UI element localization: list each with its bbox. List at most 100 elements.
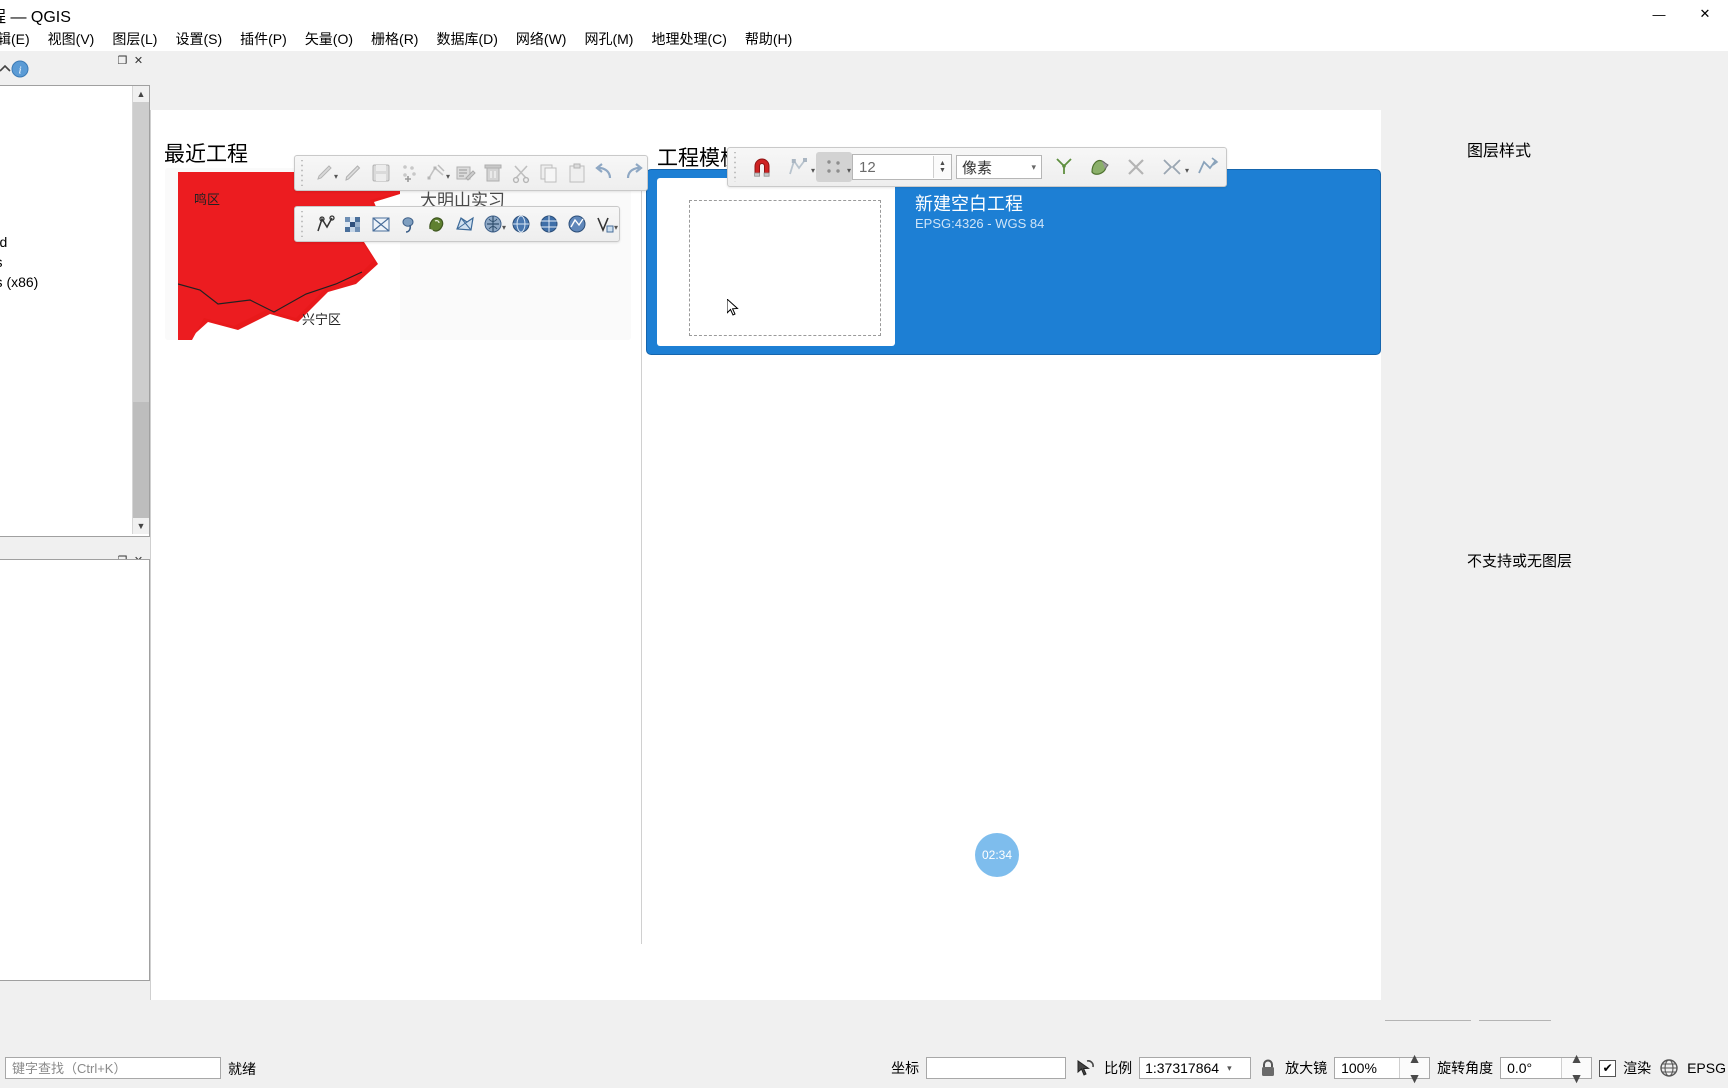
copy-features-button[interactable] <box>535 158 563 188</box>
toolbar-grip[interactable] <box>732 152 741 182</box>
menu-vector[interactable]: 矢量(O) <box>296 28 362 51</box>
add-wfs-layer-button[interactable] <box>563 209 591 239</box>
coordinate-input[interactable] <box>926 1057 1067 1079</box>
chevron-down-icon[interactable]: ▾ <box>811 167 815 175</box>
browser-tree-panel[interactable]: 签 Datantemp Love3softDownloadram Filesram … <box>0 85 150 537</box>
snap-on-intersection-button[interactable] <box>1118 152 1154 182</box>
snap-tolerance-input[interactable] <box>853 155 933 179</box>
close-button[interactable]: ✕ <box>1682 0 1728 28</box>
browser-tree-item[interactable]: ram Files (x86) <box>0 272 117 292</box>
browser-scroll-thumb-lower[interactable] <box>133 402 149 518</box>
menu-raster[interactable]: 栅格(R) <box>362 28 427 51</box>
snapping-toolbar[interactable]: ▾ ▾ ▲▼ 像素 ▾ ▾ <box>727 147 1227 187</box>
crs-label[interactable]: EPSG <box>1687 1060 1726 1076</box>
vertex-tool-button[interactable]: ▾ <box>423 158 451 188</box>
browser-tree-item[interactable]: soft <box>0 212 117 232</box>
browser-tree-item[interactable]: ntemp <box>0 152 117 172</box>
rotation-stepper[interactable]: ▲ ▼ <box>1561 1050 1592 1086</box>
topological-editing-button[interactable] <box>1046 152 1082 182</box>
self-snapping-button[interactable]: ▾ <box>1154 152 1190 182</box>
menu-database[interactable]: 数据库(D) <box>427 28 506 51</box>
add-mesh-layer-button[interactable] <box>451 209 479 239</box>
new-shapefile-layer-button[interactable] <box>311 209 339 239</box>
browser-tree-item[interactable]: on27 <box>0 312 117 332</box>
chevron-down-icon[interactable]: ▾ <box>847 167 851 175</box>
recent-project-card[interactable]: 鸣区 兴宁区 大明山实习 D:/大学/2021/大明山实习 <box>165 168 631 340</box>
chevron-down-icon[interactable]: ▾ <box>614 224 618 232</box>
menu-edit[interactable]: 辑(E) <box>0 28 39 51</box>
chevron-down-icon[interactable]: ▾ <box>1031 162 1036 173</box>
toggle-editing-button[interactable] <box>339 158 367 188</box>
add-raster-layer-button[interactable] <box>339 209 367 239</box>
menu-settings[interactable]: 设置(S) <box>166 28 231 51</box>
add-wcs-layer-button[interactable] <box>535 209 563 239</box>
delete-selected-button[interactable] <box>479 158 507 188</box>
browser-tree-item[interactable] <box>0 172 117 192</box>
enable-snapping-button[interactable] <box>744 152 780 182</box>
redo-button[interactable] <box>619 158 647 188</box>
browser-tree-item[interactable]: ram Files <box>0 252 117 272</box>
browser-scroll-thumb[interactable] <box>133 102 149 402</box>
menu-web[interactable]: 网络(W) <box>507 28 576 51</box>
browser-tree-item[interactable]: Download <box>0 232 117 252</box>
enable-tracing-button[interactable] <box>1190 152 1226 182</box>
crs-globe-icon[interactable] <box>1658 1057 1680 1079</box>
menu-view[interactable]: 视图(V) <box>39 28 104 51</box>
rotation-spinbox[interactable]: 0.0° ▲ ▼ <box>1500 1050 1593 1086</box>
menu-mesh[interactable]: 网孔(M) <box>575 28 642 51</box>
browser-tree-item[interactable]: 签 <box>0 92 117 112</box>
modify-attributes-button[interactable] <box>451 158 479 188</box>
lock-icon[interactable] <box>1258 1057 1278 1079</box>
add-feature-button[interactable] <box>395 158 423 188</box>
snapping-mode-button[interactable]: ▾ <box>780 152 816 182</box>
minimize-button[interactable]: — <box>1636 0 1682 28</box>
magnifier-spinbox[interactable]: 100% ▲ ▼ <box>1334 1050 1431 1086</box>
save-layer-edits-button[interactable] <box>367 158 395 188</box>
digitizing-toolbar[interactable]: ▾ ▾ <box>294 155 648 191</box>
browser-tree-item[interactable]: Data <box>0 132 117 152</box>
add-wms-layer-button[interactable] <box>507 209 535 239</box>
locator-search-input[interactable]: 键字查找（Ctrl+K） <box>5 1057 221 1079</box>
chevron-down-icon[interactable]: ▾ <box>446 173 450 181</box>
snap-tolerance-spinbox[interactable]: ▲▼ <box>852 154 952 180</box>
snap-type-button[interactable]: ▾ <box>816 152 852 182</box>
scale-combo[interactable]: 1:37317864 ▾ <box>1139 1057 1252 1079</box>
toolbar-grip[interactable] <box>299 160 308 186</box>
paste-features-button[interactable] <box>563 158 591 188</box>
browser-scroll-down-button[interactable]: ▼ <box>133 518 149 534</box>
browser-tree-item[interactable]: lows <box>0 352 117 372</box>
layers-tree-panel[interactable] <box>0 559 150 981</box>
menu-help[interactable]: 帮助(H) <box>736 28 801 51</box>
chevron-down-icon[interactable]: ▾ <box>334 173 338 181</box>
add-spatialite-layer-button[interactable] <box>395 209 423 239</box>
add-vector-tile-layer-button[interactable]: ▾ <box>479 209 507 239</box>
menu-layer[interactable]: 图层(L) <box>103 28 166 51</box>
render-checkbox[interactable]: ✔ <box>1599 1059 1617 1077</box>
chevron-down-icon[interactable]: ▾ <box>1185 167 1189 175</box>
browser-tree-item[interactable]: s <box>0 332 117 352</box>
data-source-toolbar[interactable]: ▾ ▾ <box>294 206 620 242</box>
chevron-down-icon[interactable]: ▾ <box>1227 1063 1232 1074</box>
add-postgis-layer-button[interactable] <box>423 209 451 239</box>
project-template-card[interactable]: 新建空白工程 EPSG:4326 - WGS 84 <box>647 170 1380 354</box>
browser-scrollbar[interactable]: ▲ ▼ <box>132 86 149 534</box>
browser-tree-list[interactable]: 签 Datantemp Love3softDownloadram Filesram … <box>0 86 117 540</box>
current-edits-button[interactable]: ▾ <box>311 158 339 188</box>
menu-processing[interactable]: 地理处理(C) <box>642 28 735 51</box>
browser-scroll-up-button[interactable]: ▲ <box>133 86 149 102</box>
avoid-overlap-button[interactable] <box>1082 152 1118 182</box>
snap-units-combo[interactable]: 像素 ▾ <box>956 155 1042 179</box>
extents-toggle-icon[interactable] <box>1073 1057 1097 1079</box>
undo-button[interactable] <box>591 158 619 188</box>
cut-features-button[interactable] <box>507 158 535 188</box>
menu-plugins[interactable]: 插件(P) <box>231 28 296 51</box>
browser-tree-item[interactable] <box>0 112 117 132</box>
browser-tree-item[interactable]: lows.old <box>0 372 117 392</box>
chevron-down-icon[interactable]: ▾ <box>502 224 506 232</box>
add-delimited-text-layer-button[interactable] <box>367 209 395 239</box>
browser-info-icon[interactable]: i <box>10 59 30 79</box>
magnifier-stepper[interactable]: ▲ ▼ <box>1399 1050 1430 1086</box>
snap-tolerance-stepper[interactable]: ▲ ▼ <box>933 156 951 178</box>
new-virtual-layer-button[interactable]: ▾ <box>591 209 619 239</box>
browser-tree-item[interactable]: Love3 <box>0 192 117 212</box>
